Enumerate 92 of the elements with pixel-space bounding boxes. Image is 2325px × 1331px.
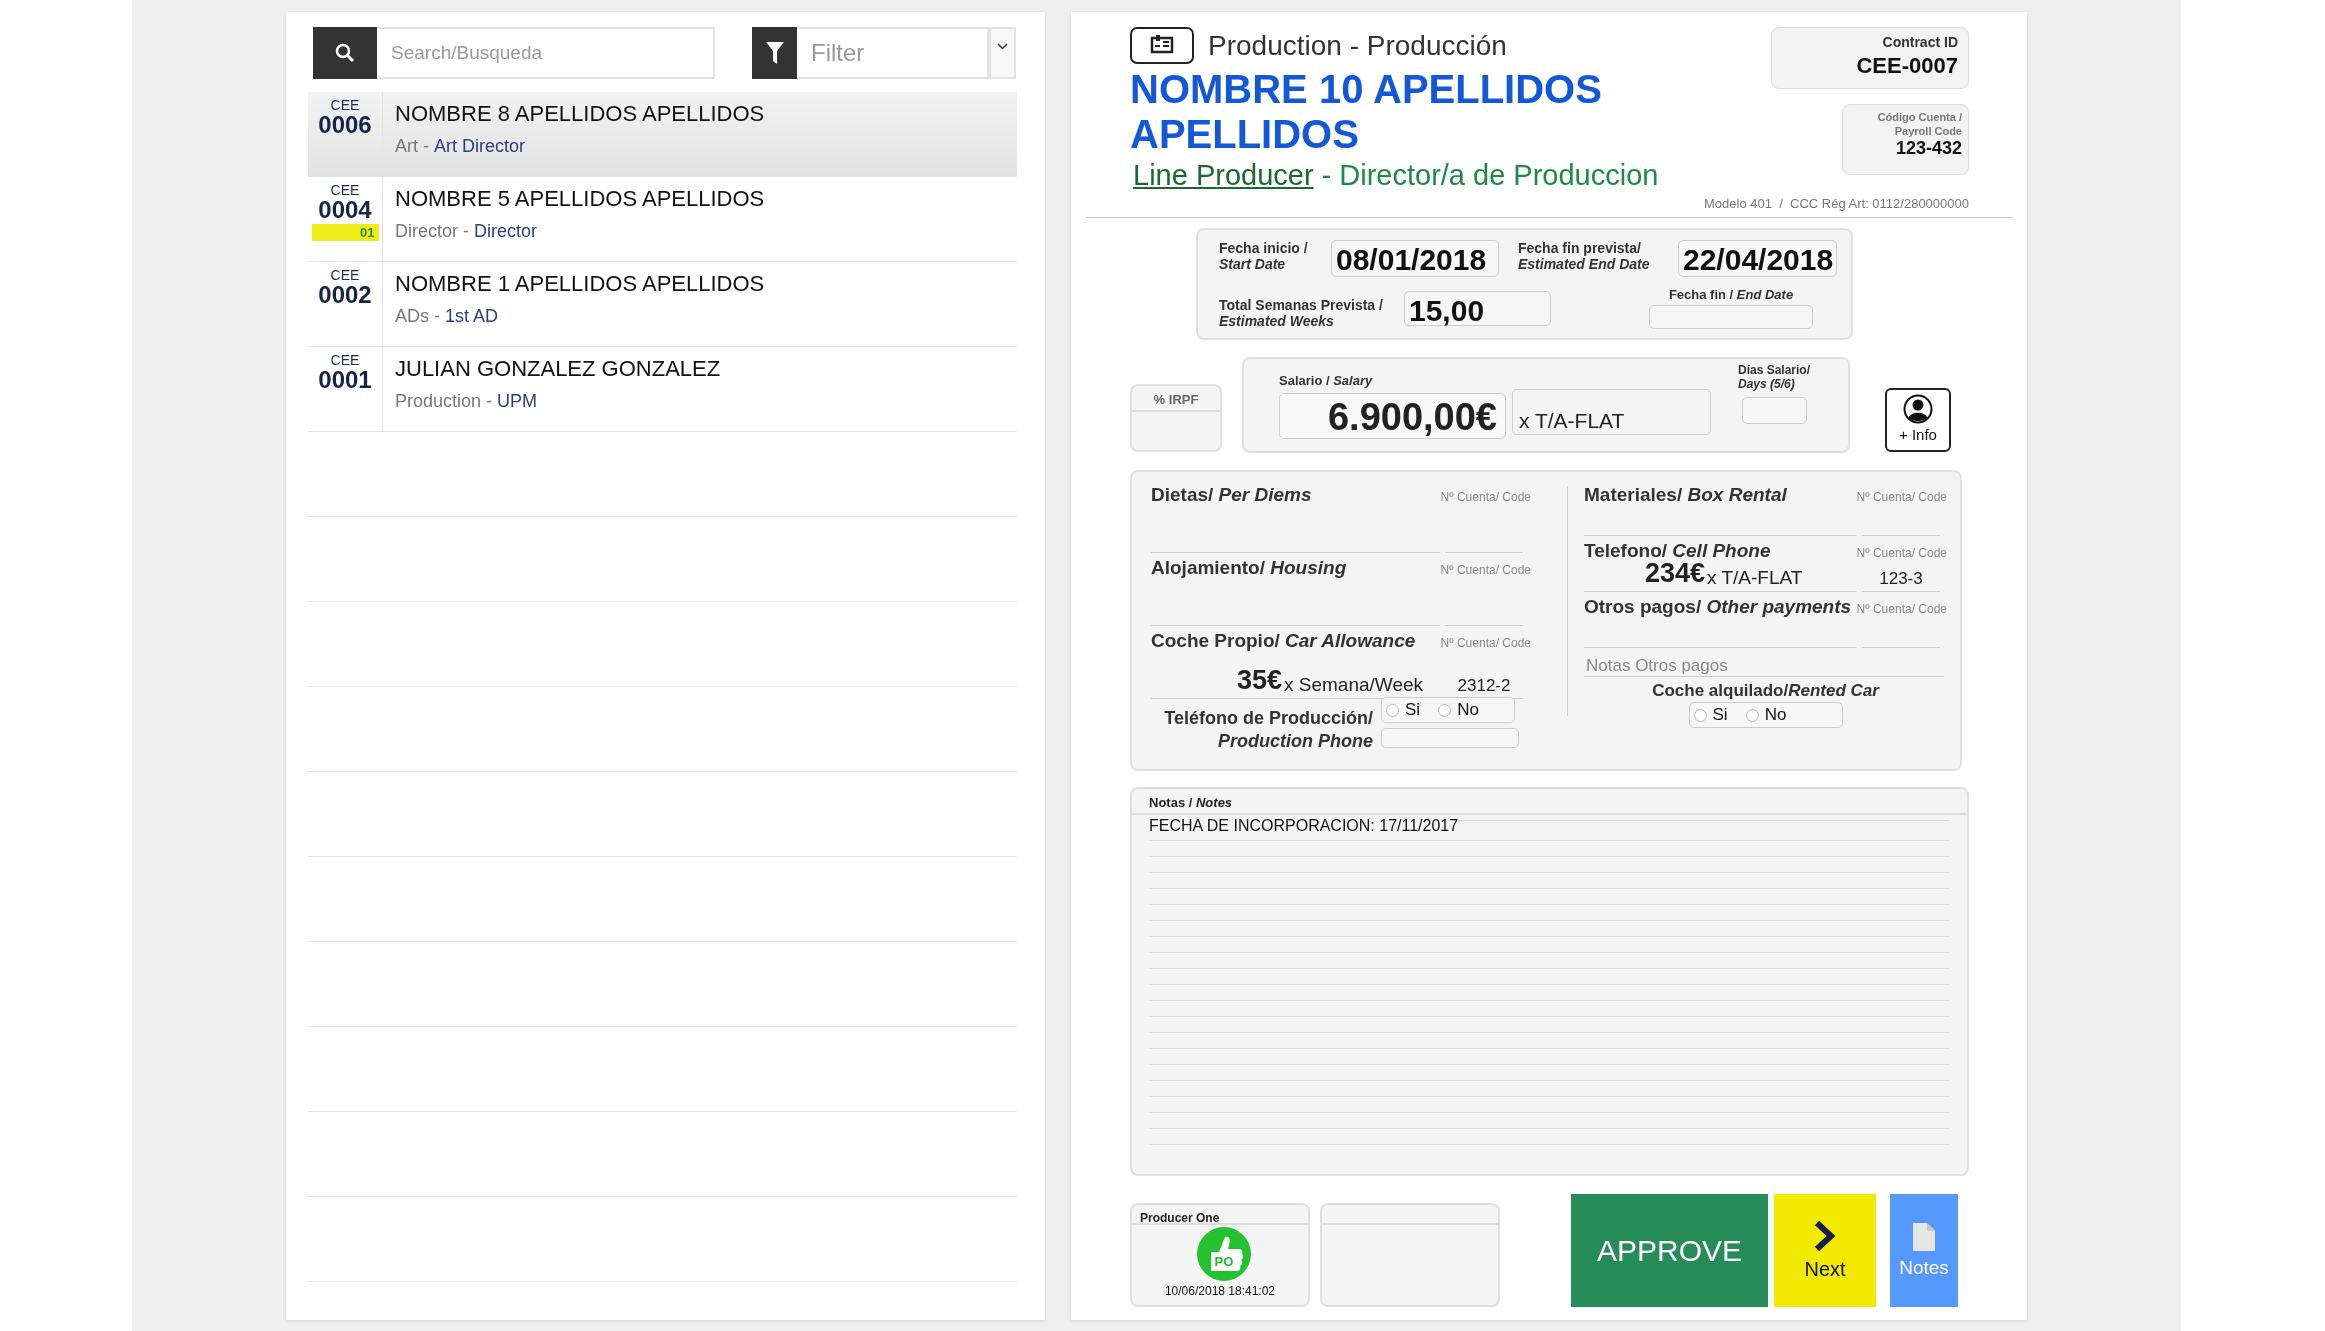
radio-option[interactable]: Si	[1386, 700, 1421, 720]
salary-field[interactable]: 6.900,00€	[1279, 393, 1506, 439]
dropdown-button[interactable]	[989, 27, 1016, 79]
search-field[interactable]: Search/Busqueda	[377, 27, 715, 79]
code-label: Nº Cuenta/ Code	[1856, 602, 1947, 616]
funnel-icon	[765, 42, 784, 64]
signature-date: 10/06/2018 18:41:02	[1164, 1284, 1276, 1298]
expense-label: Coche Propio/ Car Allowance	[1151, 630, 1416, 652]
id-card-icon	[1130, 27, 1194, 64]
unit-field[interactable]: x T/A-FLAT	[1705, 562, 1857, 592]
expense-label: Alojamiento/ Housing	[1151, 557, 1347, 579]
role-link[interactable]: Line Producer	[1133, 157, 1314, 193]
approve-button[interactable]: APPROVE	[1571, 1194, 1768, 1307]
role-text: 1st AD	[445, 306, 499, 327]
employee-name: JULIAN GONZALEZ GONZALEZ	[395, 356, 721, 382]
radio-option[interactable]: No	[1438, 700, 1479, 720]
employee-name: NOMBRE 10 APELLIDOS APELLIDOS	[1130, 67, 1603, 157]
role-title: - Director/a de Produccion	[1321, 158, 1659, 193]
radio-option[interactable]: Si	[1693, 705, 1728, 725]
document-icon	[1913, 1222, 1935, 1251]
end-date-label: Fecha fin / End Date	[1668, 287, 1794, 303]
employee-code: 0002	[318, 283, 372, 307]
search-button[interactable]	[313, 27, 377, 79]
caret-icon	[997, 43, 1008, 50]
phone-field[interactable]	[1381, 728, 1519, 748]
code-prefix: CEE	[330, 183, 360, 198]
filter-button[interactable]	[752, 27, 797, 79]
end-date-label: Fecha fin prevista/ Estimated End Date	[1518, 240, 1651, 272]
expense-label: Dietas/ Per Diems	[1151, 484, 1312, 506]
irpf-field[interactable]: % IRPF	[1130, 384, 1222, 452]
code-label: Nº Cuenta/ Code	[1440, 563, 1531, 577]
production-phone-label: Teléfono de Producción/ Production Phone	[1163, 707, 1373, 753]
rented-car-label: Coche alquilado/Rented Car	[1652, 683, 1879, 699]
amount-field[interactable]: 234€	[1584, 562, 1705, 592]
start-date-field[interactable]: 08/01/2018	[1331, 240, 1499, 277]
employee-name: NOMBRE 8 APELLIDOS APELLIDOS	[395, 101, 765, 127]
salary-label: Salario / Salary	[1279, 373, 1373, 388]
code-label: Nº Cuenta/ Code	[1856, 546, 1947, 560]
weeks-field[interactable]: 15,00	[1404, 291, 1551, 326]
code-label: Nº Cuenta/ Code	[1440, 636, 1531, 650]
count-badge: 01	[311, 224, 379, 241]
expense-label: Materiales/ Box Rental	[1584, 484, 1787, 506]
start-date-label: Fecha inicio / Start Date	[1219, 240, 1309, 272]
expense-label: Telefono/ Cell Phone	[1584, 540, 1771, 562]
radio-button[interactable]	[1693, 708, 1707, 722]
department-title: Production - Producción	[1208, 29, 1507, 62]
role-text: UPM	[497, 391, 538, 412]
registration-text: Modelo 401 / CCC Rég Art: 0112/280000000	[1704, 196, 1969, 211]
radio-button[interactable]	[1386, 703, 1399, 717]
code-field[interactable]: 123-3	[1862, 562, 1940, 592]
payroll-code: 123-432	[1894, 138, 1962, 159]
role-text: Director	[474, 221, 538, 242]
payroll-code-label: Código Cuenta / Payroll Code	[1876, 110, 1962, 138]
signer-name: Producer One	[1140, 1211, 1220, 1225]
employee-code: 0004	[318, 198, 372, 222]
person-icon	[1903, 394, 1933, 424]
end-date-field[interactable]: 22/04/2018	[1678, 240, 1837, 277]
expense-label: Otros pagos/ Other payments	[1584, 596, 1852, 618]
chevron-right-icon	[1814, 1220, 1836, 1252]
notes-label: Notas / Notes	[1149, 795, 1233, 810]
salary-days-field[interactable]	[1742, 397, 1807, 424]
next-button[interactable]: Next	[1774, 1194, 1876, 1307]
contract-id-label: Contract ID	[1881, 34, 1958, 50]
code-prefix: CEE	[330, 98, 360, 113]
salary-days-label: Días Salario/ Days (5/6)	[1738, 363, 1811, 391]
notes-field[interactable]: Notas Otros pagos	[1584, 656, 1944, 677]
employee-name: NOMBRE 1 APELLIDOS APELLIDOS	[395, 271, 765, 297]
code-prefix: CEE	[330, 353, 360, 368]
code-label: Nº Cuenta/ Code	[1856, 490, 1947, 504]
code-label: Nº Cuenta/ Code	[1440, 490, 1531, 504]
end-date-field[interactable]	[1649, 305, 1813, 329]
stamp-label: PO	[1213, 1254, 1235, 1269]
salary-unit-field[interactable]: x T/A-FLAT	[1512, 389, 1711, 435]
radio-button[interactable]	[1438, 703, 1452, 717]
amount-field[interactable]: 35€	[1151, 669, 1282, 699]
search-icon	[335, 43, 355, 63]
contract-id: CEE-0007	[1855, 53, 1958, 79]
department-text: Production -	[395, 391, 493, 412]
radio-button[interactable]	[1745, 708, 1759, 722]
info-button[interactable]: + Info	[1885, 388, 1951, 452]
weeks-label: Total Semanas Prevista / Estimated Weeks	[1219, 297, 1384, 329]
employee-name: NOMBRE 5 APELLIDOS APELLIDOS	[395, 186, 765, 212]
employee-code: 0006	[318, 113, 372, 137]
department-text: ADs -	[395, 306, 440, 327]
department-text: Director -	[395, 221, 469, 242]
filter-field[interactable]: Filter	[797, 27, 989, 79]
role-text: Art Director	[434, 136, 525, 157]
code-prefix: CEE	[330, 268, 360, 283]
radio-option[interactable]: No	[1745, 705, 1787, 725]
department-text: Art -	[395, 136, 429, 157]
employee-code: 0001	[318, 368, 372, 392]
thumbs-up-icon	[1197, 1227, 1251, 1281]
